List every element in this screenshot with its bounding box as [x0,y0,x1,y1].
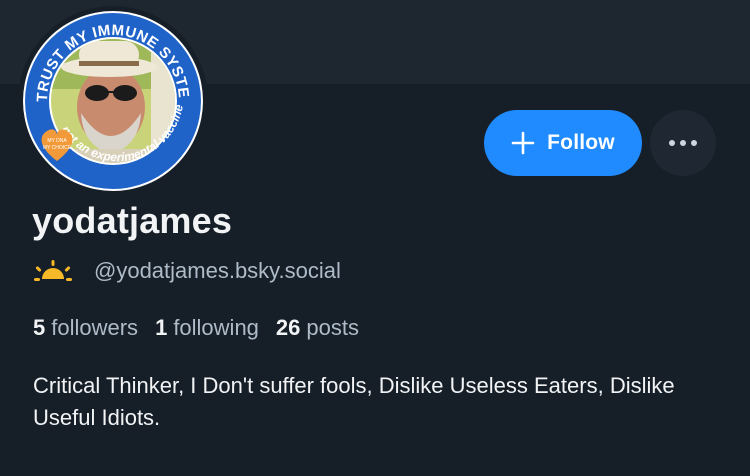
plus-icon [511,131,535,155]
display-name: yodatjames [32,200,233,241]
followers-label: followers [51,315,139,340]
posts-label: posts [306,315,359,340]
posts-count: 26 [275,315,301,340]
posts-stat: 26 posts [276,315,359,341]
follow-button-label: Follow [547,131,615,154]
profile-bio: Critical Thinker, I Don't suffer fools, … [33,373,675,430]
following-label: following [173,315,259,340]
profile-handle[interactable]: @yodatjames.bsky.social [94,258,341,284]
following-stat[interactable]: 1 following [155,315,259,341]
avatar-badge-image: I TRUST MY IMMUNE SYSTEM not an experime… [21,9,203,191]
more-options-button[interactable] [650,110,716,176]
heart-text-line1: MY DNA [47,138,67,144]
followers-stat[interactable]: 5 followers [33,315,138,341]
heart-text-line2: MY CHOICE [43,145,72,151]
followers-count: 5 [33,315,46,340]
follow-button[interactable]: Follow [484,110,642,176]
ellipsis-icon [669,140,697,146]
sun-icon [34,260,72,281]
avatar[interactable]: I TRUST MY IMMUNE SYSTEM not an experime… [18,6,208,196]
profile-stats: 5 followers 1 following 26 posts [33,315,376,341]
handle-row: @yodatjames.bsky.social [34,258,341,284]
following-count: 1 [155,315,168,340]
